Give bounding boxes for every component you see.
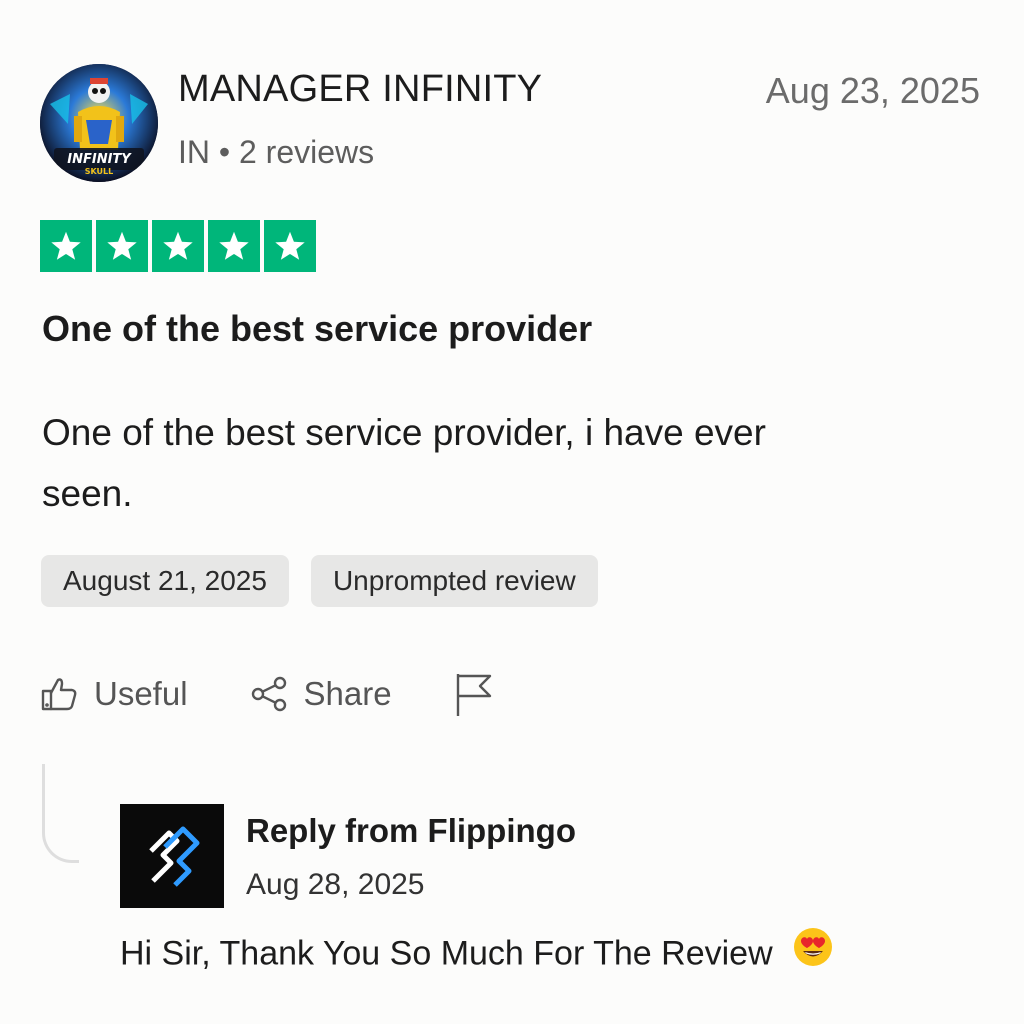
avatar-image: INFINITY SKULL xyxy=(40,64,158,182)
share-label: Share xyxy=(303,675,392,712)
star-rating xyxy=(40,220,316,272)
review-tags: August 21, 2025 Unprompted review xyxy=(41,555,598,607)
star-icon xyxy=(152,220,204,272)
reply-text-row: Hi Sir, Thank You So Much For The Review xyxy=(120,928,834,977)
review-date: Aug 23, 2025 xyxy=(765,70,980,111)
review-title: One of the best service provider xyxy=(42,308,593,349)
star-icon xyxy=(208,220,260,272)
heart-eyes-emoji-icon xyxy=(792,926,834,977)
reply-connector-line xyxy=(42,764,79,863)
reply-date: Aug 28, 2025 xyxy=(246,868,425,901)
report-flag-button[interactable] xyxy=(454,670,494,718)
review-body: One of the best service provider, i have… xyxy=(42,412,766,514)
reviewer-meta: IN • 2 reviews xyxy=(178,134,375,170)
star-icon xyxy=(40,220,92,272)
thumbs-up-icon xyxy=(40,674,80,714)
experience-date-tag: August 21, 2025 xyxy=(41,555,289,607)
share-button[interactable]: Share xyxy=(250,674,392,714)
review-card: INFINITY SKULL MANAGER INFINITY IN • 2 r… xyxy=(0,0,1024,1024)
reply-from: Reply from Flippingo xyxy=(246,812,576,849)
svg-text:INFINITY: INFINITY xyxy=(67,152,132,167)
svg-text:SKULL: SKULL xyxy=(85,167,114,176)
flag-icon xyxy=(454,670,494,718)
reply-text: Hi Sir, Thank You So Much For The Review xyxy=(120,934,773,973)
star-icon xyxy=(96,220,148,272)
review-actions: Useful Share xyxy=(40,670,556,718)
share-icon xyxy=(250,674,290,714)
useful-button[interactable]: Useful xyxy=(40,674,188,714)
star-icon xyxy=(264,220,316,272)
useful-label: Useful xyxy=(94,675,188,712)
flippingo-logo-icon xyxy=(149,826,200,887)
reviewer-avatar[interactable]: INFINITY SKULL xyxy=(40,64,158,182)
review-type-tag: Unprompted review xyxy=(310,555,598,607)
company-logo[interactable] xyxy=(120,804,224,908)
reviewer-name[interactable]: MANAGER INFINITY xyxy=(178,68,542,111)
